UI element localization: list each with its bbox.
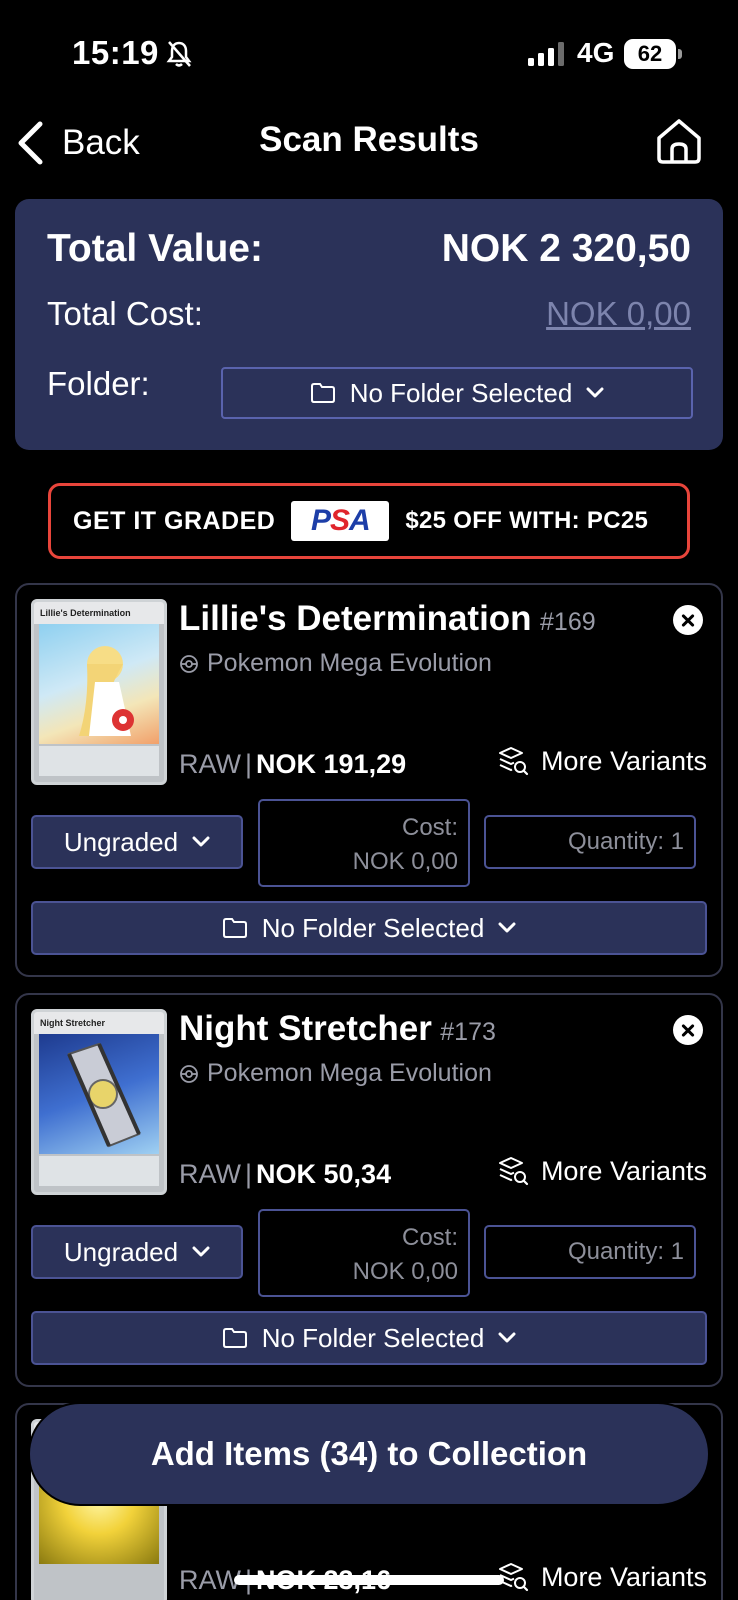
price-row: RAW | NOK 191,29 bbox=[179, 749, 406, 780]
network-label: 4G bbox=[577, 37, 615, 68]
cost-input[interactable]: Cost: NOK 0,00 bbox=[258, 799, 470, 887]
promo-offer: $25 OFF WITH: PC25 bbox=[405, 507, 648, 535]
card-number: #169 bbox=[540, 608, 596, 636]
total-cost-label: Total Cost: bbox=[47, 295, 203, 332]
chevron-down-icon bbox=[192, 836, 210, 847]
card-number: #173 bbox=[440, 1018, 496, 1046]
add-to-collection-button[interactable]: Add Items (34) to Collection bbox=[30, 1404, 708, 1504]
promo-offer-text: $25 OFF WITH: bbox=[405, 507, 580, 534]
chevron-down-icon bbox=[192, 1246, 210, 1257]
page-title: Scan Results bbox=[259, 120, 479, 159]
card-set: Pokemon Mega Evolution bbox=[207, 1059, 492, 1087]
total-value-label: Total Value: bbox=[47, 227, 263, 270]
grade-select[interactable]: Ungraded bbox=[31, 1225, 243, 1279]
folder-icon bbox=[222, 918, 247, 938]
card-title-row: Night Stretcher #173 bbox=[179, 1009, 496, 1049]
cost-label: Cost: bbox=[401, 814, 458, 841]
card-folder-label: No Folder Selected bbox=[261, 912, 485, 943]
psa-logo: PSA bbox=[291, 501, 390, 541]
close-icon[interactable] bbox=[673, 605, 703, 635]
quantity-label: Quantity: 1 bbox=[567, 828, 684, 855]
psa-promo-banner[interactable]: GET IT GRADED PSA $25 OFF WITH: PC25 bbox=[48, 483, 690, 559]
total-cost-value[interactable]: NOK 0,00 bbox=[546, 295, 691, 333]
psa-logo-text: PSA bbox=[310, 504, 371, 537]
card-name: Lillie's Determination bbox=[179, 599, 532, 638]
scan-result-card: Lillie's Determination Lillie's Determin… bbox=[15, 583, 723, 977]
close-icon[interactable] bbox=[673, 1015, 703, 1045]
more-variants-button[interactable]: More Variants bbox=[497, 745, 707, 777]
more-variants-button[interactable]: More Variants bbox=[497, 1155, 707, 1187]
card-set-row: Pokemon Mega Evolution bbox=[179, 1059, 492, 1088]
card-image[interactable]: Night Stretcher bbox=[31, 1009, 167, 1195]
condition-label: RAW bbox=[179, 749, 241, 779]
card-set: Pokemon Mega Evolution bbox=[207, 649, 492, 677]
more-variants-button[interactable]: More Variants bbox=[497, 1561, 707, 1593]
card-image-title: Night Stretcher bbox=[40, 1018, 106, 1028]
nav-bar: Back Scan Results bbox=[0, 100, 738, 190]
more-variants-label: More Variants bbox=[540, 1561, 707, 1592]
bell-slash-icon bbox=[166, 41, 192, 67]
quantity-label: Quantity: 1 bbox=[567, 1238, 684, 1265]
pokeball-icon bbox=[180, 654, 198, 673]
signal-icon bbox=[528, 42, 564, 66]
variants-search-icon bbox=[498, 1157, 529, 1186]
card-folder-select[interactable]: No Folder Selected bbox=[31, 1311, 707, 1365]
folder-icon bbox=[310, 383, 335, 403]
battery-indicator: 62 bbox=[624, 39, 682, 69]
card-set-row: Pokemon Mega Evolution bbox=[179, 649, 492, 678]
scan-result-card: Night Stretcher Night Stretcher #173 Pok… bbox=[15, 993, 723, 1387]
cost-label: Cost: bbox=[401, 1224, 458, 1251]
cost-input[interactable]: Cost: NOK 0,00 bbox=[258, 1209, 470, 1297]
add-to-collection-label: Add Items (34) to Collection bbox=[150, 1435, 588, 1472]
chevron-down-icon bbox=[498, 1332, 516, 1343]
card-price: NOK 50,34 bbox=[256, 1159, 392, 1189]
status-bar: 15:19 4G 62 bbox=[0, 0, 738, 100]
condition-label: RAW bbox=[179, 1565, 241, 1595]
card-art bbox=[79, 646, 134, 736]
total-value-row: Total Value: NOK 2 320,50 bbox=[47, 227, 691, 271]
more-variants-label: More Variants bbox=[540, 1155, 707, 1186]
card-price: NOK 191,29 bbox=[256, 749, 407, 779]
variants-search-icon bbox=[498, 747, 529, 776]
summary-panel: Total Value: NOK 2 320,50 Total Cost: NO… bbox=[15, 199, 723, 450]
price-separator: | bbox=[245, 749, 253, 779]
chevron-down-icon bbox=[498, 922, 516, 933]
folder-label: Folder: bbox=[47, 365, 150, 402]
status-time: 15:19 bbox=[72, 34, 159, 71]
folder-icon bbox=[222, 1328, 247, 1348]
folder-row: Folder: bbox=[47, 365, 150, 403]
chevron-down-icon bbox=[586, 387, 604, 398]
grade-select-label: Ungraded bbox=[63, 826, 179, 857]
total-value: NOK 2 320,50 bbox=[441, 227, 691, 270]
card-art bbox=[67, 1042, 141, 1148]
grade-select[interactable]: Ungraded bbox=[31, 815, 243, 869]
home-indicator bbox=[234, 1575, 504, 1585]
card-title-row: Lillie's Determination #169 bbox=[179, 599, 596, 639]
card-image[interactable]: Lillie's Determination bbox=[31, 599, 167, 785]
card-image-title: Lillie's Determination bbox=[40, 608, 131, 618]
quantity-input[interactable]: Quantity: 1 bbox=[484, 815, 696, 869]
card-folder-label: No Folder Selected bbox=[261, 1322, 485, 1353]
pokeball-icon bbox=[180, 1064, 198, 1083]
price-separator: | bbox=[245, 1159, 253, 1189]
quantity-input[interactable]: Quantity: 1 bbox=[484, 1225, 696, 1279]
home-icon[interactable] bbox=[654, 116, 704, 166]
cost-value: NOK 0,00 bbox=[352, 1258, 458, 1285]
condition-label: RAW bbox=[179, 1159, 241, 1189]
card-folder-select[interactable]: No Folder Selected bbox=[31, 901, 707, 955]
cost-value: NOK 0,00 bbox=[352, 848, 458, 875]
more-variants-label: More Variants bbox=[540, 745, 707, 776]
promo-left-text: GET IT GRADED bbox=[73, 506, 276, 535]
card-name: Night Stretcher bbox=[179, 1009, 432, 1048]
price-row: RAW | NOK 50,34 bbox=[179, 1159, 391, 1190]
folder-select[interactable]: No Folder Selected bbox=[221, 367, 693, 419]
promo-code: PC25 bbox=[586, 507, 649, 534]
grade-select-label: Ungraded bbox=[63, 1236, 179, 1267]
total-cost-row: Total Cost: NOK 0,00 bbox=[47, 295, 691, 333]
folder-select-label: No Folder Selected bbox=[349, 377, 573, 408]
